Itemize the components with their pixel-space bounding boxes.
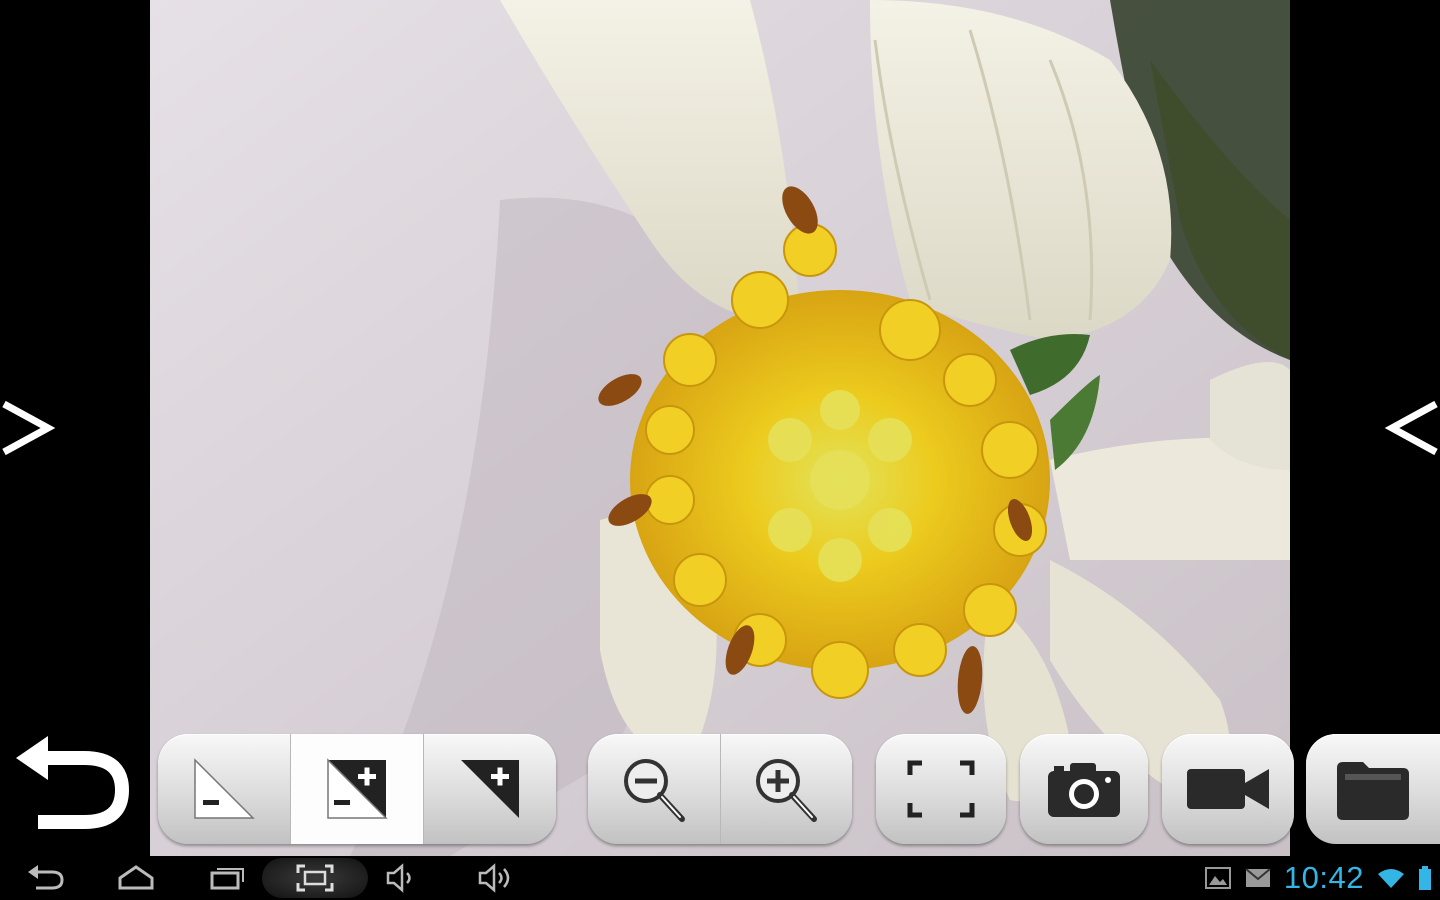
volume-up-icon: [478, 863, 510, 893]
zoom-in-icon: [756, 759, 818, 822]
previous-photo-button[interactable]: [0, 398, 56, 458]
contrast-increase-button[interactable]: [423, 734, 556, 844]
camera-control: [1020, 734, 1148, 844]
zoom-out-button[interactable]: [588, 734, 720, 844]
system-back-button[interactable]: [22, 858, 70, 898]
contrast-minus-icon: [194, 758, 255, 819]
zoom-in-button[interactable]: [719, 734, 853, 844]
contrast-plus-minus-icon: [327, 758, 388, 819]
home-icon: [118, 865, 154, 890]
undo-arrow-icon: [16, 736, 136, 835]
folder-icon: [1337, 762, 1409, 820]
battery-icon: [1419, 866, 1431, 890]
gmail-icon[interactable]: [1244, 867, 1272, 889]
record-video-button[interactable]: [1162, 734, 1294, 844]
system-navigation-bar: 10:42: [0, 856, 1440, 900]
recent-apps-icon: [210, 868, 244, 890]
video-control: [1162, 734, 1294, 844]
volume-down-button[interactable]: [380, 858, 424, 898]
video-camera-icon: [1187, 769, 1269, 809]
fullscreen-control: [876, 734, 1006, 844]
status-area: 10:42: [1204, 856, 1432, 900]
zoom-controls: [588, 734, 852, 844]
fullscreen-button[interactable]: [876, 734, 1006, 844]
back-button[interactable]: [12, 736, 136, 840]
wifi-icon: [1378, 869, 1404, 888]
volume-down-icon: [386, 863, 411, 893]
folder-control: [1306, 734, 1440, 844]
capture-photo-button[interactable]: [1020, 734, 1148, 844]
contrast-decrease-button[interactable]: [158, 734, 290, 844]
screenshot-icon: [296, 864, 334, 892]
system-home-button[interactable]: [112, 858, 160, 898]
system-recent-apps-button[interactable]: [202, 858, 250, 898]
camera-icon: [1048, 763, 1120, 817]
contrast-auto-button[interactable]: [290, 734, 423, 844]
flower-photo: [150, 0, 1290, 856]
contrast-plus-icon: [461, 760, 519, 818]
chevron-right-icon: [2, 400, 56, 456]
chevron-left-icon: [1384, 400, 1438, 456]
back-icon: [28, 865, 64, 890]
contrast-controls: [158, 734, 556, 844]
volume-up-button[interactable]: [474, 858, 518, 898]
open-gallery-button[interactable]: [1306, 734, 1440, 844]
photo-viewport[interactable]: [150, 0, 1290, 856]
fullscreen-icon: [907, 760, 975, 818]
next-photo-button[interactable]: [1384, 398, 1440, 458]
zoom-out-icon: [623, 759, 685, 822]
clock: 10:42: [1283, 860, 1364, 895]
system-screenshot-button[interactable]: [262, 858, 368, 898]
gallery-icon[interactable]: [1204, 866, 1232, 890]
